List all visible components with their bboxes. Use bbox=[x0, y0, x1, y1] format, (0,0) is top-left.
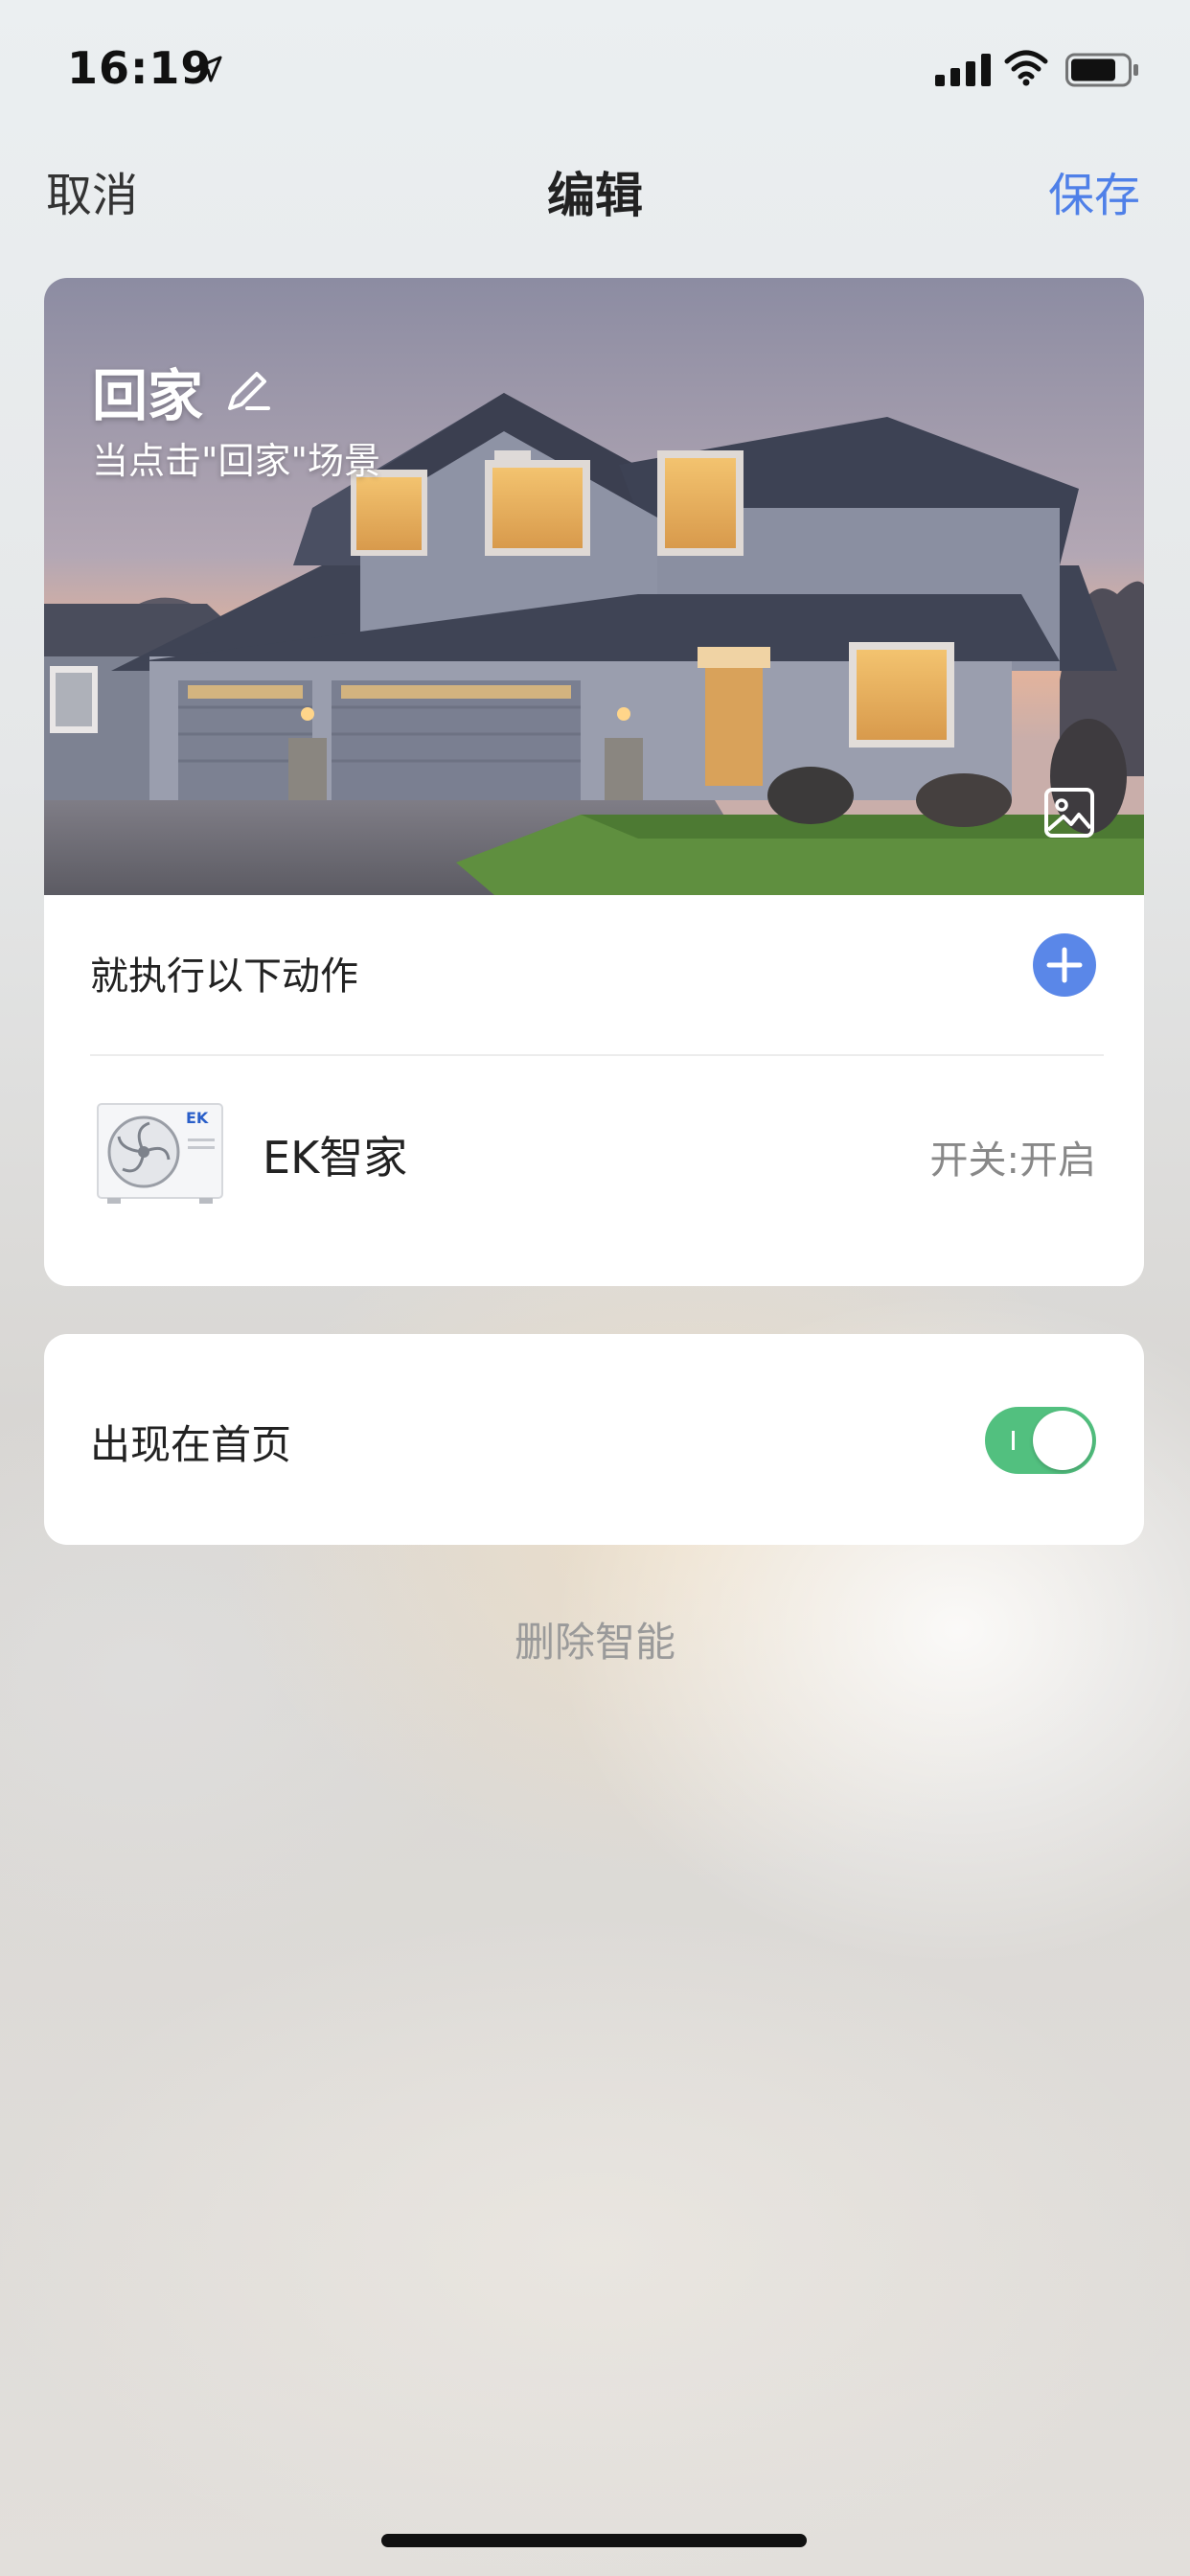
signal-icon bbox=[935, 54, 991, 86]
toggle-on-mark bbox=[1012, 1431, 1015, 1450]
air-conditioner-icon: EK bbox=[97, 1103, 223, 1204]
edit-icon[interactable] bbox=[220, 364, 274, 418]
device-logo: EK bbox=[186, 1109, 209, 1127]
show-on-home-toggle[interactable] bbox=[985, 1407, 1096, 1474]
toggle-knob bbox=[1033, 1411, 1092, 1470]
plus-icon bbox=[1046, 947, 1083, 983]
device-state: 开关:开启 bbox=[929, 1138, 1096, 1183]
show-on-home-card: 出现在首页 bbox=[44, 1334, 1144, 1545]
page-title: 编辑 bbox=[547, 168, 643, 223]
status-time: 16:19 bbox=[67, 42, 213, 94]
show-on-home-label: 出现在首页 bbox=[90, 1421, 292, 1468]
scene-subtitle: 当点击"回家"场景 bbox=[92, 440, 380, 482]
status-bar: 16:19 bbox=[0, 0, 1190, 134]
scene-card: 回家 当点击"回家"场景 就执行以下动作 EK EK智家 开关:开启 bbox=[44, 278, 1144, 1286]
nav-bar: 取消 编辑 保存 bbox=[0, 144, 1190, 240]
delete-scene-button[interactable]: 删除智能 bbox=[0, 1610, 1190, 1668]
action-item[interactable]: EK EK智家 开关:开启 bbox=[44, 1056, 1144, 1286]
actions-label: 就执行以下动作 bbox=[90, 954, 358, 999]
scene-title: 回家 bbox=[92, 363, 204, 428]
image-icon[interactable] bbox=[1042, 786, 1096, 840]
battery-icon bbox=[1065, 53, 1138, 87]
scene-title-row: 回家 bbox=[92, 351, 274, 431]
location-arrow-icon bbox=[195, 56, 222, 82]
save-button[interactable]: 保存 bbox=[1048, 157, 1140, 224]
add-action-button[interactable] bbox=[1033, 933, 1096, 997]
device-name: EK智家 bbox=[263, 1132, 408, 1184]
wifi-icon bbox=[1004, 50, 1048, 86]
actions-header: 就执行以下动作 bbox=[44, 895, 1144, 1058]
home-indicator bbox=[381, 2534, 807, 2547]
